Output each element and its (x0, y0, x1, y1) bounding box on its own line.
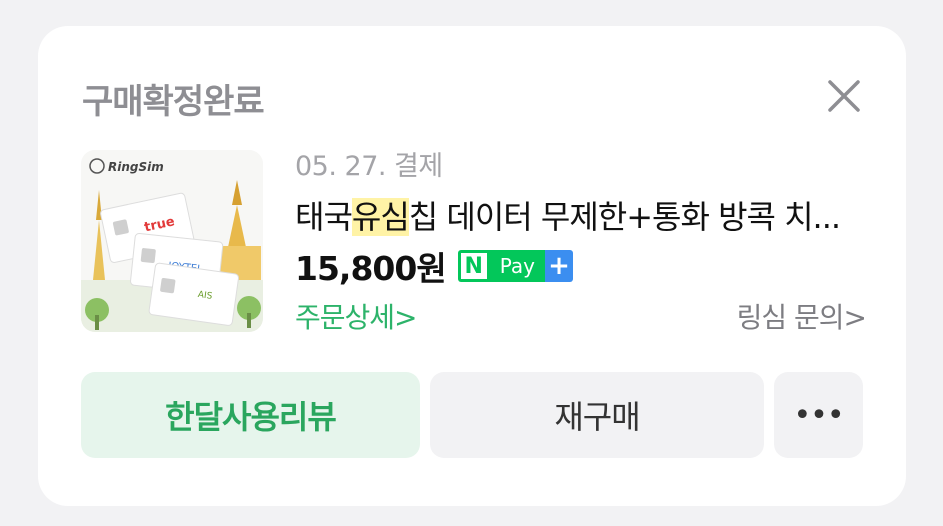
order-detail-link[interactable]: 주문상세> (295, 296, 418, 336)
npay-n-icon: N (457, 250, 490, 282)
npay-pay-label: Pay (489, 250, 545, 282)
npay-plus-icon: + (544, 250, 573, 282)
more-icon: ••• (793, 397, 844, 433)
brand-logo-text: RingSim (108, 160, 164, 174)
rebuy-button[interactable]: 재구매 (430, 372, 764, 458)
sim-label-ais: AIS (197, 290, 213, 302)
product-thumbnail[interactable]: RingSim true JOYTEL AIS (81, 150, 263, 332)
product-image: RingSim true JOYTEL AIS (81, 150, 263, 332)
order-date: 05. 27. 결제 (295, 151, 443, 182)
price: 15,800원 (295, 249, 447, 288)
status-title: 구매확정완료 (82, 82, 265, 122)
npay-badge: N Pay + (457, 250, 573, 282)
price-row: 15,800원 N Pay + (295, 242, 573, 290)
close-button[interactable] (824, 76, 864, 116)
seller-inquiry-link[interactable]: 링심 문의> (737, 296, 867, 336)
close-icon (828, 80, 860, 112)
order-card: 구매확정완료 RingSim true AIS 05. 27. 결제 태국유심칩… (38, 26, 906, 506)
product-name-suffix: 칩 데이터 무제한+통화 방콕 치... (408, 198, 841, 236)
product-name-highlight: 유심 (351, 198, 410, 236)
product-name-prefix: 태국 (295, 198, 353, 236)
product-name[interactable]: 태국유심칩 데이터 무제한+통화 방콕 치... (295, 192, 865, 238)
write-review-button[interactable]: 한달사용리뷰 (81, 372, 420, 458)
more-options-button[interactable]: ••• (774, 372, 863, 458)
